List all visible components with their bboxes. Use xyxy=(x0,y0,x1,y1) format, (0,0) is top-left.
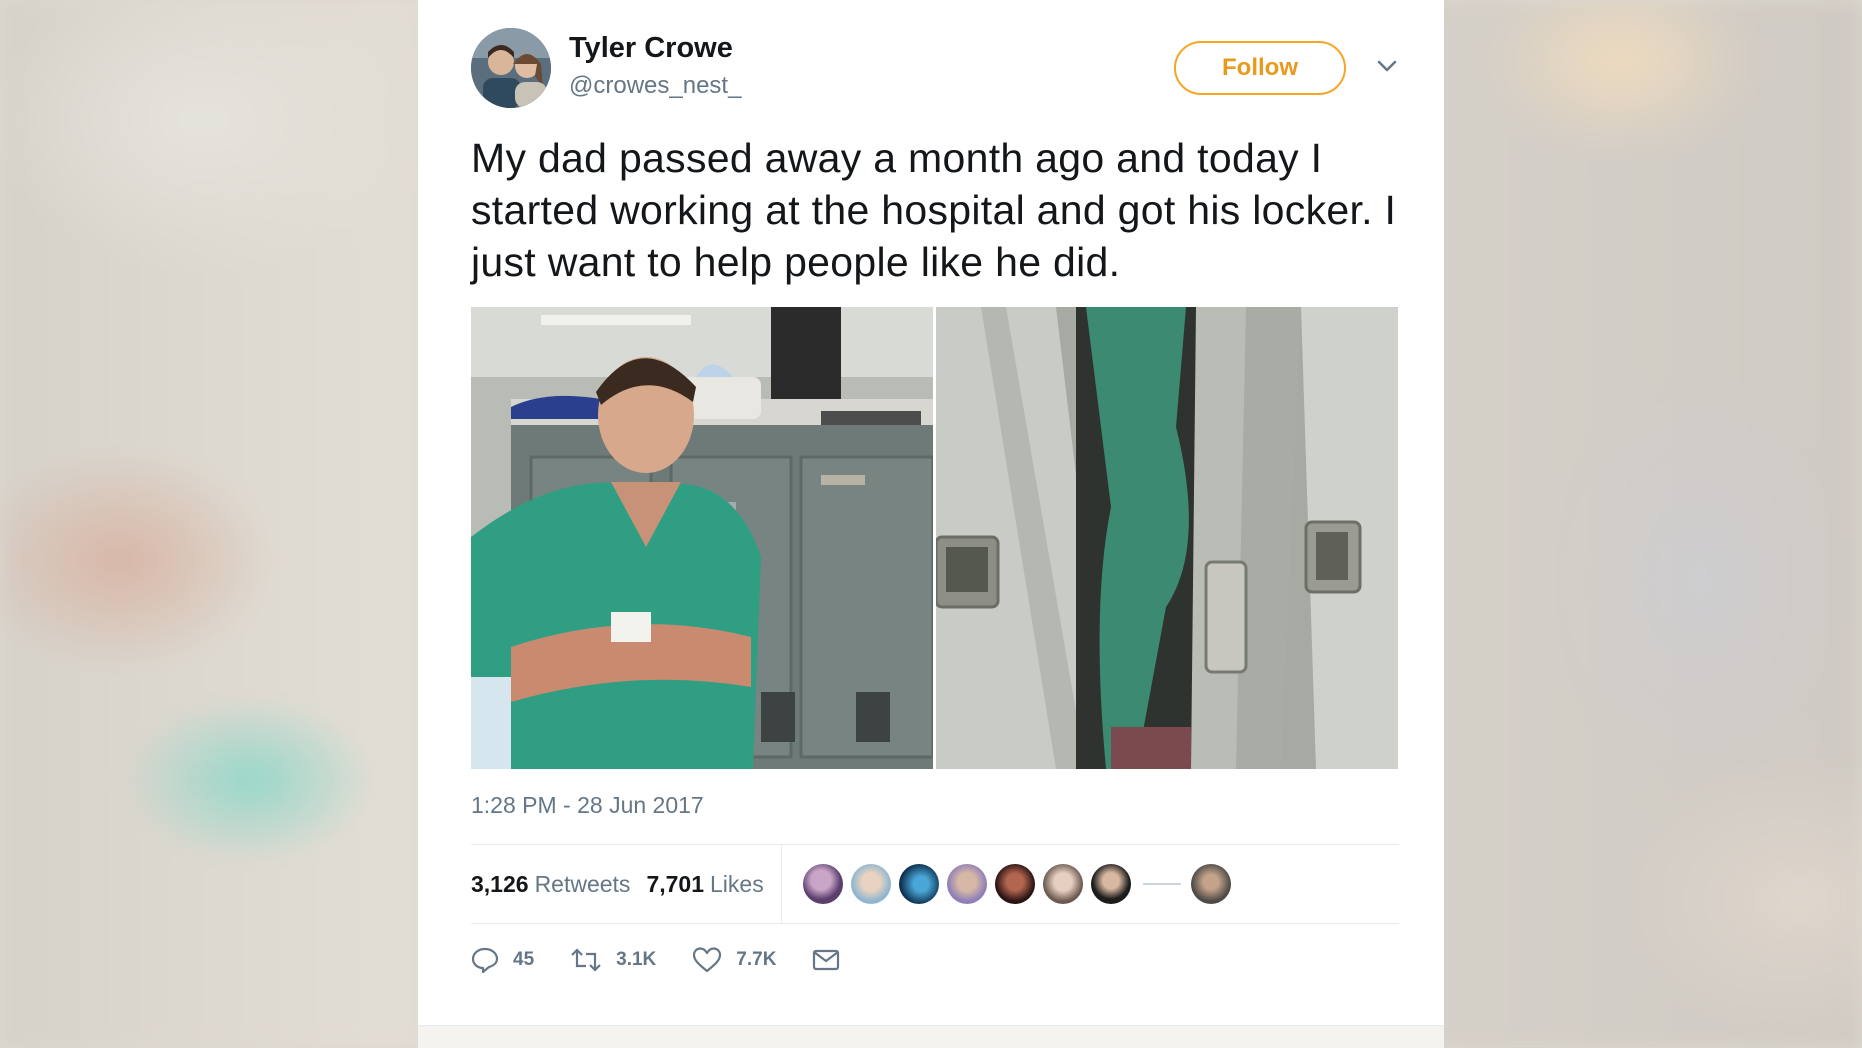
screenshot-stage: Tyler Crowe @crowes_nest_ Follow My dad … xyxy=(0,0,1862,1048)
envelope-icon xyxy=(813,949,840,971)
liker-avatar[interactable] xyxy=(1043,864,1083,904)
tweet-card: Tyler Crowe @crowes_nest_ Follow My dad … xyxy=(418,0,1444,1048)
likes-count[interactable]: 7,701 xyxy=(646,871,704,898)
author-name[interactable]: Tyler Crowe xyxy=(569,32,733,65)
photo-open-locker[interactable] xyxy=(936,307,1398,769)
liker-avatar[interactable] xyxy=(947,864,987,904)
author-handle[interactable]: @crowes_nest_ xyxy=(569,72,741,100)
tweet-stats: 3,126 Retweets 7,701 Likes xyxy=(471,844,1399,924)
retweet-count: 3.1K xyxy=(616,949,657,970)
like-button[interactable]: 7.7K xyxy=(692,946,776,974)
reply-icon xyxy=(471,947,499,974)
like-count: 7.7K xyxy=(736,949,777,970)
reply-button[interactable]: 45 xyxy=(471,946,534,974)
retweet-icon xyxy=(571,948,601,972)
stats-divider xyxy=(781,845,782,923)
retweets-label[interactable]: Retweets xyxy=(535,871,631,898)
liker-avatars xyxy=(803,864,1239,904)
retweet-button[interactable]: 3.1K xyxy=(570,946,656,974)
likes-label[interactable]: Likes xyxy=(710,871,764,898)
liker-avatar[interactable] xyxy=(899,864,939,904)
retweets-count[interactable]: 3,126 xyxy=(471,871,529,898)
tweet-actions: 45 3.1K 7.7K xyxy=(471,940,890,980)
liker-avatar[interactable] xyxy=(1091,864,1131,904)
photo-nurse-at-lockers[interactable] xyxy=(471,307,933,769)
liker-avatar[interactable] xyxy=(851,864,891,904)
chevron-down-icon[interactable] xyxy=(1374,56,1400,76)
reply-count: 45 xyxy=(513,949,535,970)
tweet-timestamp[interactable]: 1:28 PM - 28 Jun 2017 xyxy=(471,792,704,819)
direct-message-button[interactable] xyxy=(812,948,854,972)
tweet-bottom-bar xyxy=(418,1025,1444,1048)
liker-avatar[interactable] xyxy=(1191,864,1231,904)
follow-button[interactable]: Follow xyxy=(1174,41,1346,95)
tweet-text: My dad passed away a month ago and today… xyxy=(471,135,1397,285)
tweet-media[interactable] xyxy=(471,307,1399,769)
stat-counts: 3,126 Retweets 7,701 Likes xyxy=(471,845,780,923)
liker-avatar[interactable] xyxy=(995,864,1035,904)
tweet-header: Tyler Crowe @crowes_nest_ Follow xyxy=(471,28,1400,110)
heart-icon xyxy=(693,947,722,973)
liker-avatar[interactable] xyxy=(803,864,843,904)
likers-separator xyxy=(1143,883,1181,885)
avatar[interactable] xyxy=(471,28,551,108)
